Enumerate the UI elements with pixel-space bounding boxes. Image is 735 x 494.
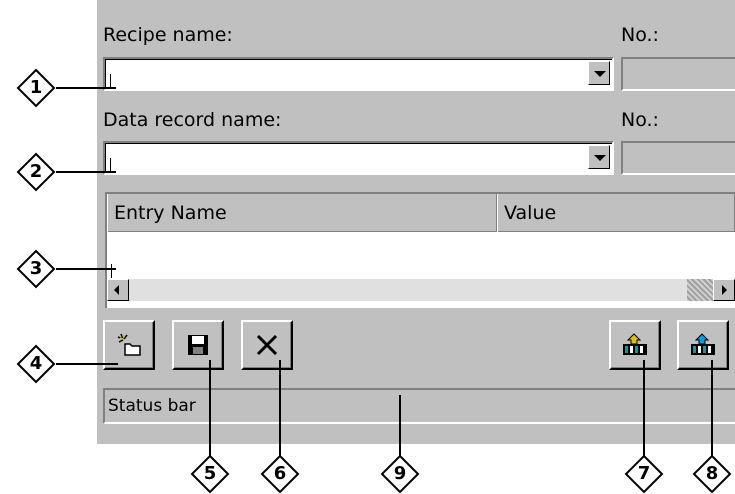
data-record-number-label: No.:	[621, 109, 659, 131]
callout-leader-8	[711, 360, 713, 460]
text-caret	[111, 264, 112, 278]
delete-button[interactable]	[241, 320, 293, 370]
recipe-name-dropdown[interactable]	[103, 57, 614, 91]
panel-top-edge	[97, 0, 735, 12]
status-bar-text: Status bar	[108, 396, 196, 416]
transfer-icon	[691, 333, 715, 355]
dropdown-arrow-icon[interactable]	[588, 145, 610, 169]
data-record-name-label: Data record name:	[103, 109, 282, 131]
new-icon	[117, 333, 141, 356]
text-caret	[110, 74, 111, 88]
callout-3: 3	[16, 249, 56, 289]
callout-7: 7	[624, 454, 664, 494]
save-from-plc-button[interactable]	[677, 320, 729, 370]
status-bar: Status bar	[103, 388, 735, 424]
scroll-left-icon[interactable]	[107, 279, 129, 301]
recipe-number-label: No.:	[621, 24, 659, 46]
delete-icon	[256, 334, 278, 356]
horizontal-scrollbar[interactable]	[107, 279, 735, 301]
column-header-entry-name[interactable]: Entry Name	[107, 194, 497, 232]
callout-2: 2	[16, 152, 56, 192]
callout-leader-9	[399, 395, 401, 460]
callout-leader-6	[279, 360, 281, 460]
callout-leader-5	[209, 360, 211, 460]
entry-table[interactable]: Entry Name Value	[105, 192, 735, 308]
transfer-icon	[623, 333, 647, 355]
data-record-number-field[interactable]	[621, 141, 735, 175]
callout-leader-7	[643, 360, 645, 460]
callout-leader-1	[56, 87, 116, 89]
recipe-name-label: Recipe name:	[103, 24, 233, 46]
text-caret	[110, 158, 111, 172]
callout-leader-3	[56, 268, 116, 270]
callout-5: 5	[190, 454, 230, 494]
load-to-plc-button[interactable]	[609, 320, 661, 370]
save-button[interactable]	[172, 320, 224, 370]
callout-leader-2	[56, 171, 116, 173]
callout-1: 1	[16, 68, 56, 108]
recipe-number-field[interactable]	[621, 57, 735, 91]
callout-4: 4	[16, 344, 56, 384]
callout-6: 6	[260, 454, 300, 494]
column-header-value[interactable]: Value	[497, 194, 735, 232]
scroll-right-icon[interactable]	[713, 279, 735, 301]
callout-leader-4	[56, 363, 118, 365]
table-header: Entry Name Value	[107, 194, 735, 232]
dropdown-arrow-icon[interactable]	[588, 61, 610, 85]
callout-8: 8	[692, 454, 732, 494]
data-record-name-dropdown[interactable]	[103, 141, 614, 175]
save-icon	[188, 335, 208, 355]
callout-9: 9	[380, 454, 420, 494]
